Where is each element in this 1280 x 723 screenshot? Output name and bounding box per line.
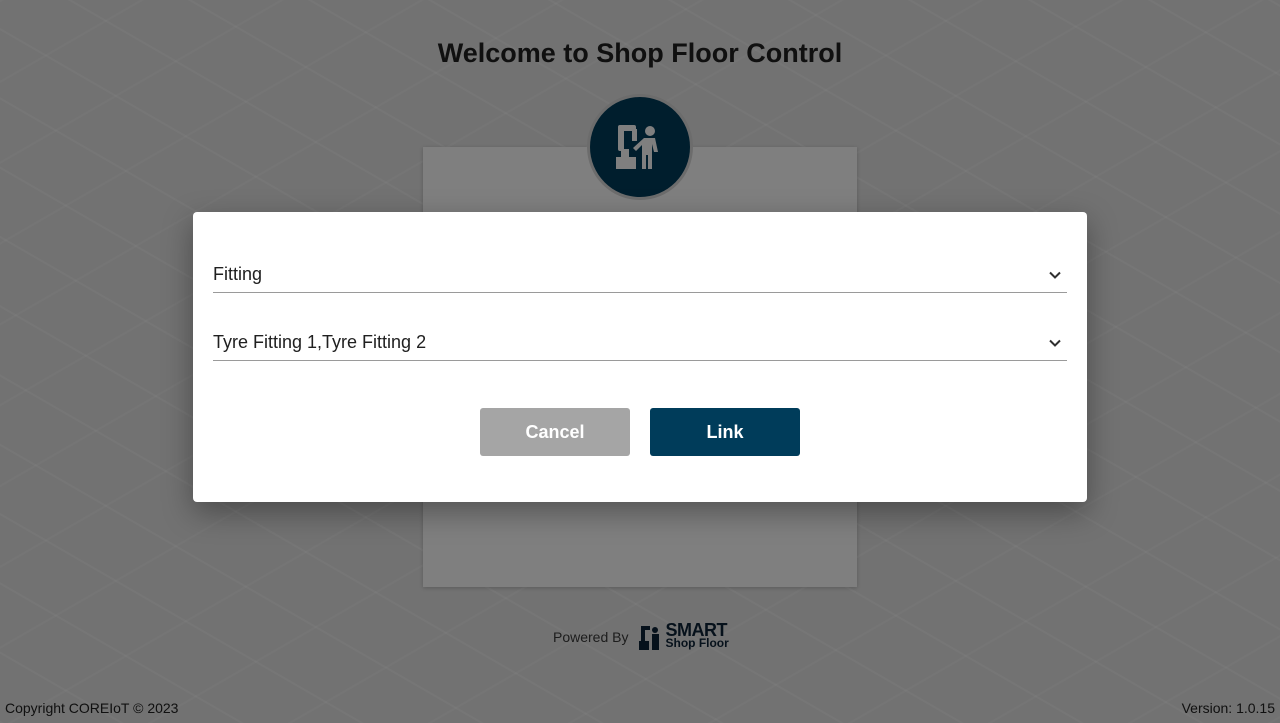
area-select[interactable]: Fitting	[213, 258, 1067, 293]
link-station-dialog: Fitting Tyre Fitting 1,Tyre Fitting 2 Ca…	[193, 212, 1087, 502]
chevron-down-icon	[1049, 339, 1061, 347]
station-select[interactable]: Tyre Fitting 1,Tyre Fitting 2	[213, 326, 1067, 361]
station-select-value: Tyre Fitting 1,Tyre Fitting 2	[213, 332, 427, 352]
cancel-button[interactable]: Cancel	[480, 408, 630, 456]
link-button[interactable]: Link	[650, 408, 800, 456]
chevron-down-icon	[1049, 271, 1061, 279]
area-select-value: Fitting	[213, 264, 263, 284]
